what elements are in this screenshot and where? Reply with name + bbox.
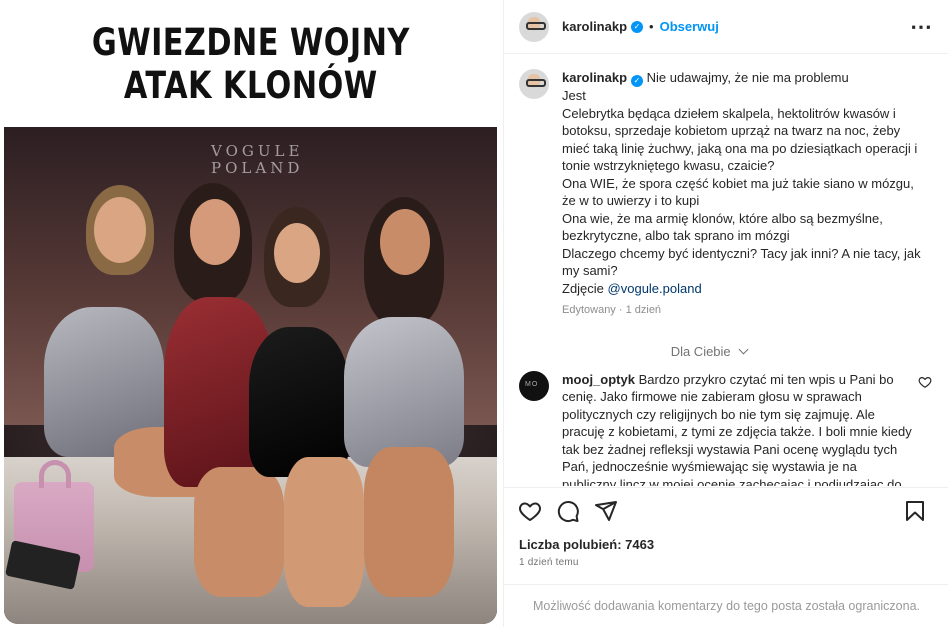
caption-line-1: Jest	[562, 88, 586, 103]
chevron-down-icon	[738, 344, 749, 354]
caption-line-4: Ona wie, że ma armię klonów, które albo …	[562, 210, 883, 244]
header-separator: •	[649, 19, 654, 34]
caption-meta: Edytowany · 1 dzień	[562, 304, 662, 316]
author-avatar[interactable]	[519, 11, 549, 42]
comment-icon[interactable]	[556, 499, 580, 523]
post-image[interactable]: GWIEZDNE WOJNY ATAK KLONÓW VOGULE POLAND	[4, 3, 497, 624]
caption-line-0: Nie udawajmy, że nie ma problemu	[646, 70, 849, 85]
meme-title: GWIEZDNE WOJNY ATAK KLONÓW	[4, 3, 497, 127]
comments-section[interactable]: karolinakp ✓ Nie udawajmy, że nie ma prob…	[504, 55, 948, 486]
likes-count[interactable]: Liczba polubień: 7463	[519, 537, 654, 552]
commenter-avatar[interactable]	[519, 370, 549, 401]
meme-title-line2: ATAK KLONÓW	[123, 64, 378, 107]
comment-like-icon[interactable]	[918, 375, 932, 389]
verified-badge-icon: ✓	[631, 20, 644, 33]
watermark-line2: POLAND	[211, 159, 304, 177]
post-timestamp[interactable]: 1 dzień temu	[519, 557, 579, 568]
post-header: karolinakp ✓ • Obserwuj ⋯	[504, 0, 948, 54]
caption-username[interactable]: karolinakp	[562, 70, 627, 85]
post-sidebar: karolinakp ✓ • Obserwuj ⋯ karolinakp ✓ Ni…	[503, 0, 948, 627]
photo-watermark: VOGULE POLAND	[211, 143, 303, 177]
for-you-toggle[interactable]: Dla Ciebie	[519, 344, 934, 359]
watermark-line1: VOGULE	[211, 142, 304, 160]
caption-line-5: Dlaczego chcemy być identyczni? Tacy jak…	[562, 245, 921, 279]
photo-credit-mention[interactable]: @vogule.poland	[608, 281, 702, 296]
post-caption: karolinakp ✓ Nie udawajmy, że nie ma prob…	[519, 69, 934, 320]
caption-line-2: Celebrytka będąca dziełem skalpela, hekt…	[562, 105, 918, 174]
heart-icon[interactable]	[518, 499, 542, 523]
post-actions-bar	[504, 487, 948, 533]
verified-badge-icon: ✓	[631, 75, 644, 87]
meme-title-line1: GWIEZDNE WOJNY	[91, 21, 410, 65]
more-options-icon[interactable]: ⋯	[910, 14, 933, 40]
comment-body: mooj_optyk Bardzo przykro czytać mi ten …	[562, 371, 912, 487]
caption-line-3: Ona WIE, że spora część kobiet ma już ta…	[562, 175, 914, 209]
photo-credit-prefix: Zdjęcie	[562, 280, 608, 296]
bookmark-icon[interactable]	[903, 499, 927, 523]
instagram-post-window: GWIEZDNE WOJNY ATAK KLONÓW VOGULE POLAND	[0, 0, 948, 627]
comments-limited-notice: Możliwość dodawania komentarzy do tego p…	[504, 584, 948, 627]
follow-button[interactable]: Obserwuj	[660, 19, 719, 34]
post-media-panel: GWIEZDNE WOJNY ATAK KLONÓW VOGULE POLAND	[0, 0, 503, 627]
caption-body: karolinakp ✓ Nie udawajmy, że nie ma prob…	[562, 69, 922, 320]
group-photo: VOGULE POLAND	[4, 127, 497, 624]
caption-avatar[interactable]	[519, 69, 549, 99]
photo-credit: Zdjęcie @vogule.poland	[562, 280, 922, 298]
comment-item: mooj_optyk Bardzo przykro czytać mi ten …	[519, 370, 934, 487]
share-icon[interactable]	[594, 499, 618, 523]
for-you-label: Dla Ciebie	[670, 343, 731, 359]
commenter-username[interactable]: mooj_optyk	[562, 372, 635, 387]
author-username[interactable]: karolinakp	[562, 19, 627, 34]
comment-text: Bardzo przykro czytać mi ten wpis u Pani…	[562, 371, 912, 487]
